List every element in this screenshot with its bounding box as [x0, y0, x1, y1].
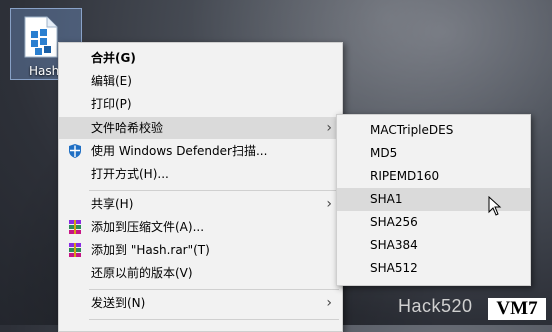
winrar-icon	[69, 243, 81, 257]
menu-separator	[89, 190, 339, 191]
menu-item-edit[interactable]: 编辑(E)	[59, 70, 342, 92]
defender-shield-icon	[69, 144, 81, 158]
menu-item-label: 共享(H)	[91, 197, 134, 211]
chevron-right-icon: ›	[326, 295, 332, 311]
submenu-item-label: MACTripleDES	[370, 123, 454, 137]
submenu-item-mactripledes[interactable]: MACTripleDES	[337, 119, 530, 142]
watermark-badge: VM7	[488, 298, 546, 320]
context-menu: 合并(G) 编辑(E) 打印(P) 文件哈希校验 › 使用 Windows De…	[58, 42, 343, 332]
desktop-file-label: Hash	[29, 64, 60, 78]
menu-item-label: 使用 Windows Defender扫描...	[91, 144, 268, 158]
submenu-item-label: SHA384	[370, 238, 418, 252]
menu-item-send-to[interactable]: 发送到(N) ›	[59, 292, 342, 314]
menu-item-restore-versions[interactable]: 还原以前的版本(V)	[59, 262, 342, 284]
chevron-right-icon: ›	[326, 196, 332, 212]
menu-item-label: 打开方式(H)...	[91, 167, 169, 181]
menu-item-print[interactable]: 打印(P)	[59, 93, 342, 115]
submenu-item-label: SHA256	[370, 215, 418, 229]
menu-item-label: 编辑(E)	[91, 74, 132, 88]
menu-item-open-with[interactable]: 打开方式(H)...	[59, 163, 342, 185]
registry-file-icon	[24, 16, 58, 58]
menu-item-label: 发送到(N)	[91, 296, 146, 310]
watermark-text: Hack520	[398, 296, 473, 316]
menu-item-defender-scan[interactable]: 使用 Windows Defender扫描...	[59, 140, 342, 162]
menu-separator	[89, 319, 339, 320]
menu-item-label: 添加到 "Hash.rar"(T)	[91, 243, 210, 257]
menu-item-label: 合并(G)	[91, 51, 136, 65]
menu-item-file-hash[interactable]: 文件哈希校验 ›	[59, 117, 342, 139]
chevron-right-icon: ›	[326, 120, 332, 136]
winrar-icon	[69, 220, 81, 234]
submenu-item-sha384[interactable]: SHA384	[337, 234, 530, 257]
menu-separator	[89, 289, 339, 290]
mouse-pointer-icon	[488, 196, 502, 216]
menu-item-share[interactable]: 共享(H) ›	[59, 193, 342, 215]
submenu-item-label: SHA512	[370, 261, 418, 275]
menu-item-add-to-hash-rar[interactable]: 添加到 "Hash.rar"(T)	[59, 239, 342, 261]
submenu-item-sha512[interactable]: SHA512	[337, 257, 530, 280]
menu-item-label: 打印(P)	[91, 97, 132, 111]
menu-item-merge[interactable]: 合并(G)	[59, 47, 342, 69]
menu-item-label: 添加到压缩文件(A)...	[91, 220, 205, 234]
submenu-item-label: MD5	[370, 146, 398, 160]
submenu-item-label: SHA1	[370, 192, 403, 206]
submenu-item-md5[interactable]: MD5	[337, 142, 530, 165]
menu-item-label: 文件哈希校验	[91, 121, 164, 135]
submenu-item-ripemd160[interactable]: RIPEMD160	[337, 165, 530, 188]
menu-item-label: 还原以前的版本(V)	[91, 266, 193, 280]
menu-item-add-to-archive[interactable]: 添加到压缩文件(A)...	[59, 216, 342, 238]
submenu-item-label: RIPEMD160	[370, 169, 440, 183]
